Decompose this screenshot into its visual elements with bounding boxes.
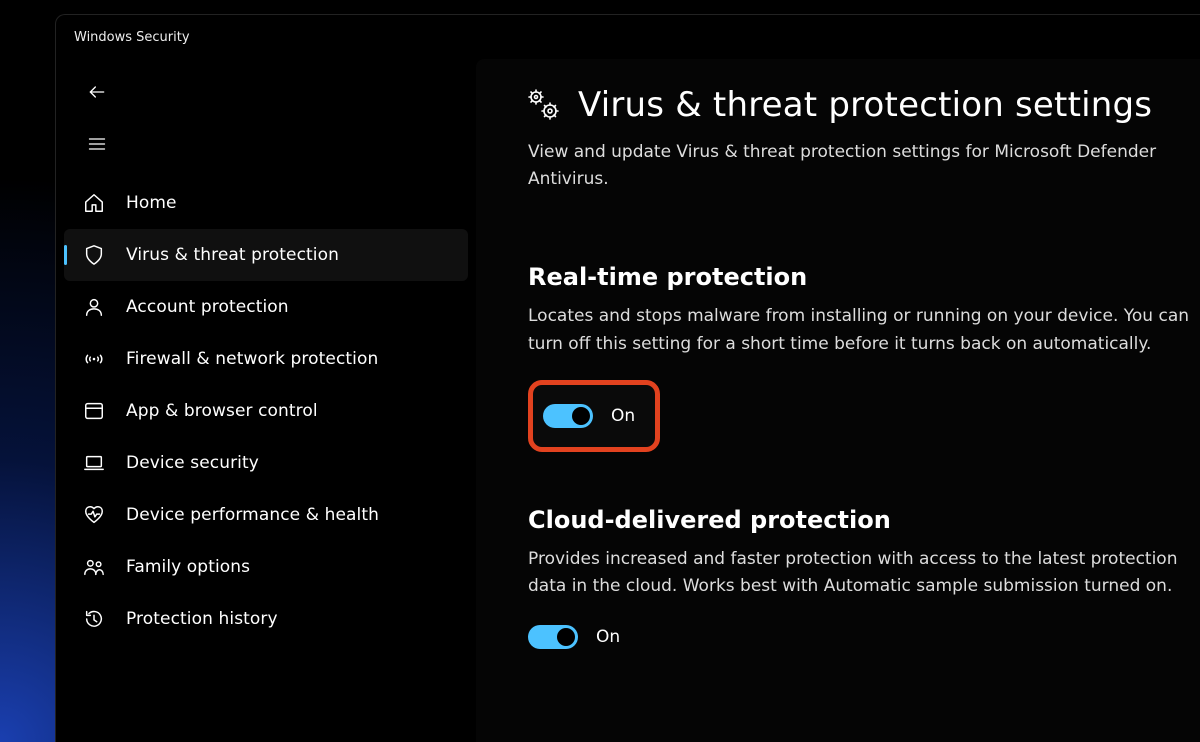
sidebar-item-label: Account protection <box>126 297 289 317</box>
titlebar: Windows Security <box>56 15 1200 59</box>
section-title: Real-time protection <box>528 263 1190 291</box>
section-description: Locates and stops malware from installin… <box>528 303 1190 357</box>
toggle-state-label: On <box>596 627 620 647</box>
sidebar: Home Virus & threat protection Account p… <box>56 59 476 742</box>
sidebar-item-label: Protection history <box>126 609 278 629</box>
hamburger-icon <box>87 134 107 154</box>
cloud-toggle[interactable] <box>528 625 578 649</box>
sidebar-item-label: Firewall & network protection <box>126 349 378 369</box>
realtime-toggle[interactable] <box>543 404 593 428</box>
sidebar-item-account[interactable]: Account protection <box>64 281 468 333</box>
nav: Home Virus & threat protection Account p… <box>64 177 468 645</box>
settings-gears-icon <box>528 89 560 121</box>
app-title: Windows Security <box>74 30 190 45</box>
section-description: Provides increased and faster protection… <box>528 546 1190 600</box>
sidebar-item-label: Home <box>126 193 177 213</box>
sidebar-item-label: Family options <box>126 557 250 577</box>
sidebar-item-label: Virus & threat protection <box>126 245 339 265</box>
sidebar-item-device[interactable]: Device security <box>64 437 468 489</box>
main-content: Virus & threat protection settings View … <box>476 59 1200 742</box>
sidebar-item-performance[interactable]: Device performance & health <box>64 489 468 541</box>
sidebar-item-history[interactable]: Protection history <box>64 593 468 645</box>
menu-button[interactable] <box>78 125 116 163</box>
back-button[interactable] <box>78 73 116 111</box>
sidebar-item-label: Device security <box>126 453 259 473</box>
laptop-icon <box>82 451 106 475</box>
people-icon <box>82 555 106 579</box>
shield-icon <box>82 243 106 267</box>
toggle-state-label: On <box>611 406 635 426</box>
page-title: Virus & threat protection settings <box>578 85 1152 125</box>
history-icon <box>82 607 106 631</box>
section-title: Cloud-delivered protection <box>528 506 1190 534</box>
home-icon <box>82 191 106 215</box>
sidebar-item-home[interactable]: Home <box>64 177 468 229</box>
app-window: Windows Security Home <box>55 14 1200 742</box>
sidebar-item-label: Device performance & health <box>126 505 379 525</box>
highlight-annotation: On <box>528 380 660 452</box>
page-subtitle: View and update Virus & threat protectio… <box>528 139 1190 193</box>
antenna-icon <box>82 347 106 371</box>
section-cloud: Cloud-delivered protection Provides incr… <box>528 506 1190 653</box>
person-icon <box>82 295 106 319</box>
arrow-left-icon <box>87 82 107 102</box>
sidebar-item-app[interactable]: App & browser control <box>64 385 468 437</box>
sidebar-item-family[interactable]: Family options <box>64 541 468 593</box>
section-realtime: Real-time protection Locates and stops m… <box>528 263 1190 451</box>
heart-pulse-icon <box>82 503 106 527</box>
window-icon <box>82 399 106 423</box>
sidebar-item-firewall[interactable]: Firewall & network protection <box>64 333 468 385</box>
sidebar-item-label: App & browser control <box>126 401 318 421</box>
sidebar-item-virus[interactable]: Virus & threat protection <box>64 229 468 281</box>
